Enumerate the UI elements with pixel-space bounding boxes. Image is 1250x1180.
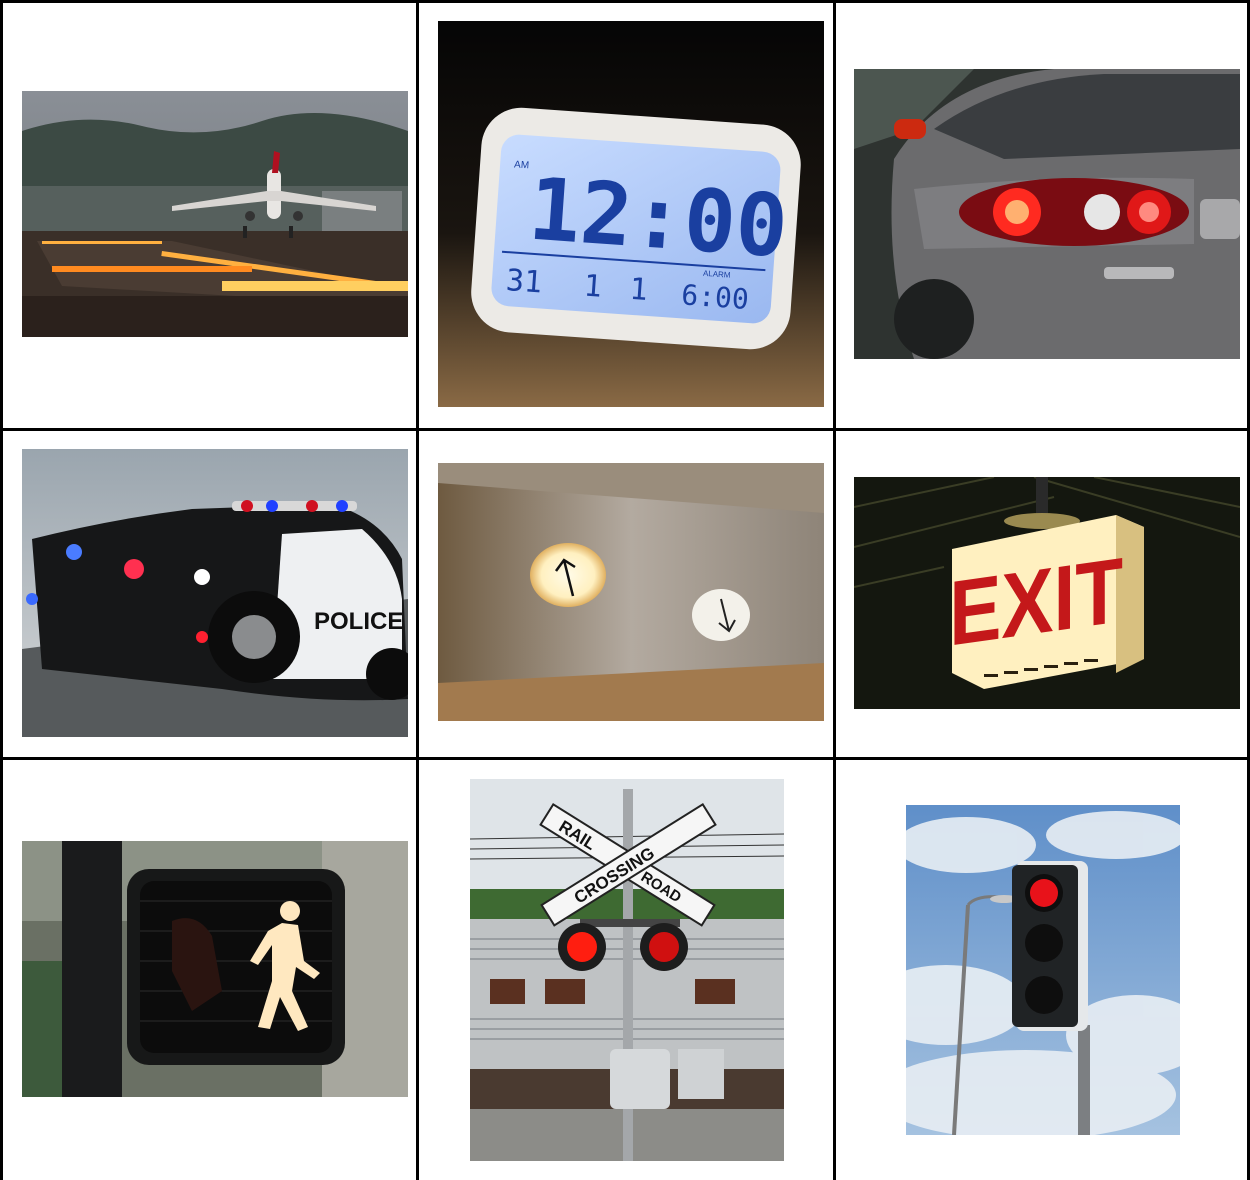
airplane-photo	[22, 91, 408, 337]
crossing-light-right	[640, 923, 688, 971]
grid-border-left	[0, 0, 3, 1180]
clock-am-label: AM	[514, 159, 530, 171]
car-taillight-photo	[854, 69, 1240, 359]
grid-divider-1	[416, 0, 419, 1180]
grid-row-divider-1	[0, 428, 1250, 431]
grid-border-top	[0, 0, 1250, 3]
grid-divider-2	[833, 0, 836, 1180]
red-light-icon	[1025, 874, 1063, 912]
alarm-clock-photo: AM 12:00 31 1 1 ALARM 6:00	[438, 21, 824, 407]
exit-sign-photo: EXIT	[854, 477, 1240, 709]
railroad-crossing-photo: RAIL CROSSING ROAD	[470, 779, 784, 1161]
clock-alarm-time: 6:00	[680, 278, 750, 316]
police-text: POLICE	[314, 608, 403, 635]
pedestrian-signal-photo	[22, 841, 408, 1097]
clock-time: 12:00	[526, 160, 791, 278]
clock-temperature: 31	[505, 263, 543, 300]
grid-row-divider-2	[0, 757, 1250, 760]
elevator-buttons-photo	[438, 463, 824, 721]
clock-month: 1	[583, 269, 603, 305]
down-arrow-button	[692, 589, 750, 641]
clock-day: 1	[628, 272, 648, 308]
up-arrow-button	[530, 543, 606, 607]
police-car-photo: POLICE	[22, 449, 408, 737]
traffic-light-photo	[906, 805, 1180, 1135]
crossing-light-left	[558, 923, 606, 971]
